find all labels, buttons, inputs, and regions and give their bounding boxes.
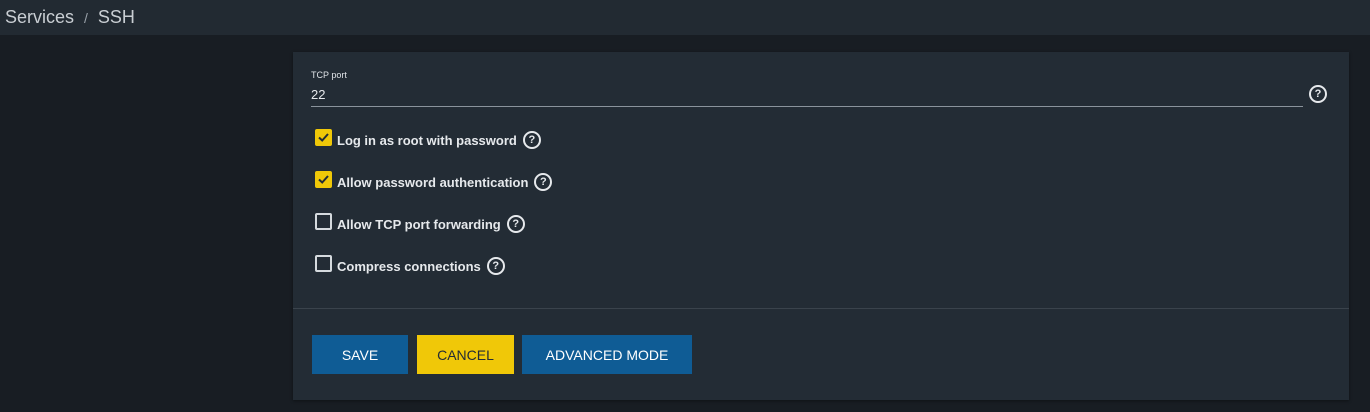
- breadcrumb-separator: /: [84, 9, 88, 26]
- option-label: Log in as root with password: [337, 132, 517, 148]
- option-label: Allow TCP port forwarding: [337, 216, 501, 232]
- checkbox-compress[interactable]: [315, 254, 332, 272]
- checkbox-root-login[interactable]: [315, 128, 332, 146]
- advanced-mode-button[interactable]: ADVANCED MODE: [522, 335, 692, 374]
- help-circle-icon[interactable]: ?: [534, 173, 553, 191]
- checkbox-password-auth[interactable]: [315, 170, 332, 188]
- cancel-button[interactable]: CANCEL: [417, 335, 514, 374]
- option-compress[interactable]: Compress connections ?: [315, 254, 505, 276]
- help-circle-icon[interactable]: ?: [486, 257, 505, 275]
- checkbox-tcp-forwarding[interactable]: [315, 212, 332, 230]
- tcp-port-field: TCP port: [311, 70, 1303, 107]
- help-circle-icon[interactable]: ?: [522, 131, 541, 149]
- option-password-auth[interactable]: Allow password authentication ?: [315, 170, 553, 192]
- option-label: Allow password authentication: [337, 174, 529, 190]
- option-tcp-forwarding[interactable]: Allow TCP port forwarding ?: [315, 212, 525, 234]
- breadcrumb-current: SSH: [97, 7, 135, 27]
- breadcrumb: Services / SSH: [0, 0, 1370, 35]
- check-icon: [318, 174, 329, 184]
- check-icon: [318, 132, 329, 142]
- help-circle-icon[interactable]: ?: [506, 215, 525, 233]
- divider: [293, 308, 1349, 309]
- tcp-port-input[interactable]: [311, 83, 1303, 107]
- option-root-login[interactable]: Log in as root with password ?: [315, 128, 541, 150]
- breadcrumb-services[interactable]: Services: [5, 7, 74, 28]
- option-label: Compress connections: [337, 258, 481, 274]
- save-button[interactable]: SAVE: [312, 335, 408, 374]
- ssh-settings-card: TCP port ? Log in as root with password …: [293, 52, 1349, 400]
- tcp-port-label: TCP port: [311, 70, 347, 80]
- help-circle-icon[interactable]: ?: [1309, 85, 1327, 103]
